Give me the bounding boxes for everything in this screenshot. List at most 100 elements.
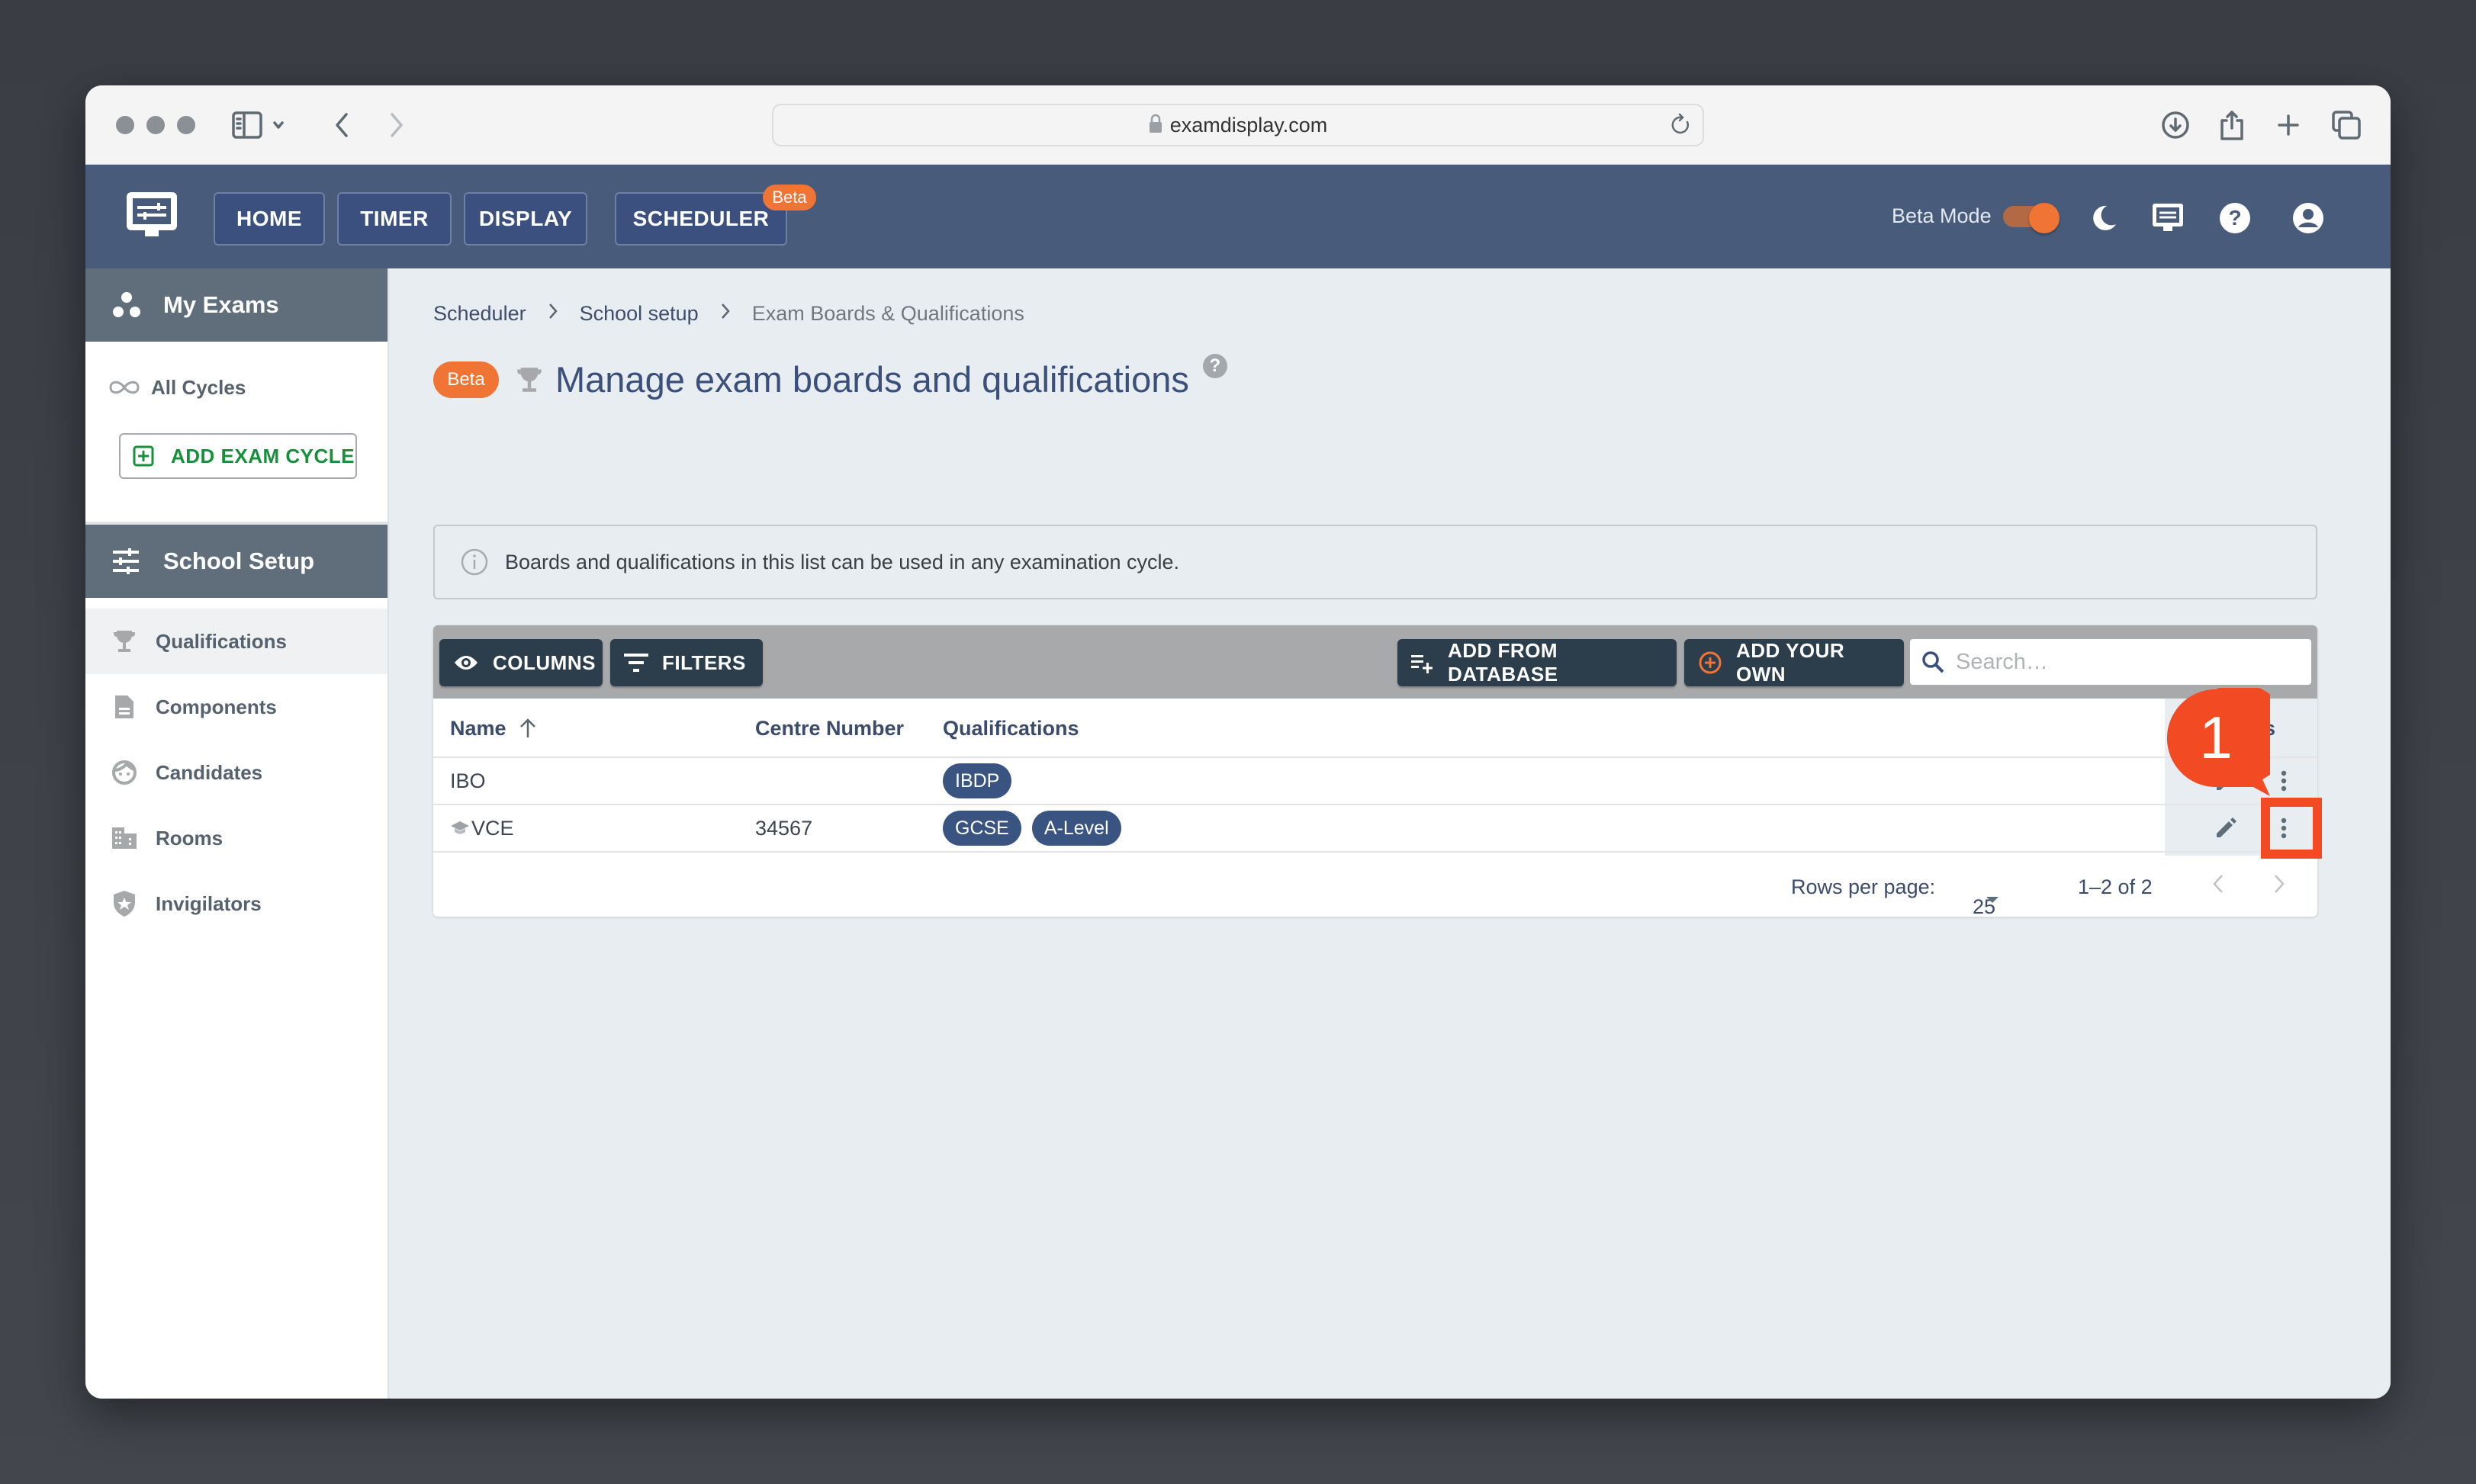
reload-icon[interactable] xyxy=(1670,113,1692,141)
breadcrumb-scheduler[interactable]: Scheduler xyxy=(433,302,526,326)
sidebar-item-label: Invigilators xyxy=(156,891,262,915)
browser-window: examdisplay.com HOME TIMER DISPLAY SCHED… xyxy=(85,85,2391,1399)
edit-icon[interactable] xyxy=(2211,813,2241,843)
sidebar-item-label: Rooms xyxy=(156,826,223,850)
dark-mode-icon[interactable] xyxy=(2085,200,2122,236)
table-row[interactable]: IBO IBDP xyxy=(433,758,2317,805)
sort-ascending-icon[interactable] xyxy=(519,718,537,739)
back-icon[interactable] xyxy=(323,107,360,143)
sidebar-item-label: Qualifications xyxy=(156,629,287,653)
mortarboard-icon xyxy=(450,820,470,837)
row-name-text: VCE xyxy=(471,816,514,840)
add-from-database-label: ADD FROM DATABASE xyxy=(1448,639,1558,686)
add-exam-cycle-label: ADD EXAM CYCLE xyxy=(171,444,355,467)
add-from-database-button[interactable]: ADD FROM DATABASE xyxy=(1397,639,1677,686)
svg-text:?: ? xyxy=(2228,206,2241,230)
trophy-icon xyxy=(111,629,137,654)
sidebar-school-setup[interactable]: School Setup xyxy=(85,525,387,598)
more-vert-icon[interactable] xyxy=(2269,766,2299,796)
search-input[interactable] xyxy=(1956,649,2291,675)
nav-timer[interactable]: TIMER xyxy=(337,192,452,246)
playlist-add-icon xyxy=(1411,652,1434,673)
beta-mode-toggle[interactable] xyxy=(2003,203,2060,233)
close-window-button[interactable] xyxy=(116,116,134,134)
boards-table: COLUMNS FILTERS ADD FROM DATABASE ADD YO… xyxy=(433,625,2317,917)
sidebar-my-exams[interactable]: My Exams xyxy=(85,268,387,342)
add-circle-icon xyxy=(1698,650,1722,675)
filter-icon xyxy=(624,652,648,673)
sidebar-item-label: Components xyxy=(156,695,277,718)
sidebar-toggle-icon[interactable] xyxy=(229,107,265,143)
chevron-down-icon[interactable] xyxy=(267,107,290,143)
nav-home[interactable]: HOME xyxy=(214,192,325,246)
table-pagination: Rows per page: 25 1–2 of 2 xyxy=(433,856,2317,917)
previous-page-icon[interactable] xyxy=(2211,871,2226,902)
sidebar-item-invigilators[interactable]: Invigilators xyxy=(85,871,387,936)
lock-icon xyxy=(1149,114,1162,137)
add-your-own-label: ADD YOUR OWN xyxy=(1736,639,1845,686)
search-field[interactable] xyxy=(1910,639,2311,685)
chevron-right-icon xyxy=(548,302,558,326)
address-bar[interactable]: examdisplay.com xyxy=(772,104,1704,146)
tune-icon xyxy=(111,548,145,575)
beta-badge: Beta xyxy=(433,361,499,398)
column-name-label: Name xyxy=(450,716,506,740)
sidebar-item-components[interactable]: Components xyxy=(85,674,387,740)
maximize-window-button[interactable] xyxy=(177,116,195,134)
highlight-box xyxy=(2261,798,2322,859)
my-exams-icon xyxy=(111,291,145,319)
help-icon[interactable]: ? xyxy=(2217,200,2253,236)
document-icon xyxy=(111,694,137,720)
main-content: Scheduler School setup Exam Boards & Qua… xyxy=(389,268,2391,1399)
add-exam-cycle-button[interactable]: ADD EXAM CYCLE xyxy=(119,433,357,479)
forward-icon[interactable] xyxy=(378,107,415,143)
download-icon[interactable] xyxy=(2157,107,2194,143)
sidebar-item-qualifications[interactable]: Qualifications xyxy=(85,609,387,674)
column-header-centre-number[interactable]: Centre Number xyxy=(755,699,904,758)
qualification-chip[interactable]: IBDP xyxy=(943,763,1012,798)
qualification-chip[interactable]: GCSE xyxy=(943,811,1021,846)
breadcrumb-current: Exam Boards & Qualifications xyxy=(751,302,1024,325)
cell-name: VCE xyxy=(450,805,514,851)
app-logo-icon[interactable] xyxy=(125,191,178,245)
new-tab-icon[interactable] xyxy=(2270,107,2307,143)
column-header-name[interactable]: Name xyxy=(450,699,537,758)
info-icon xyxy=(461,548,488,576)
minimize-window-button[interactable] xyxy=(146,116,165,134)
nav-timer-label: TIMER xyxy=(360,207,429,230)
step-number: 1 xyxy=(2199,703,2233,771)
display-icon[interactable] xyxy=(2150,200,2186,236)
sidebar-item-candidates[interactable]: Candidates xyxy=(85,740,387,805)
breadcrumb: Scheduler School setup Exam Boards & Qua… xyxy=(433,302,1024,326)
eye-icon xyxy=(453,654,479,672)
qualification-chip[interactable]: A-Level xyxy=(1031,811,1121,846)
add-your-own-button[interactable]: ADD YOUR OWN xyxy=(1684,639,1904,686)
sidebar-divider xyxy=(85,479,387,525)
nav-home-label: HOME xyxy=(236,207,302,230)
pagination-range: 1–2 of 2 xyxy=(2078,875,2153,898)
all-cycles-label: All Cycles xyxy=(151,375,246,399)
trophy-icon xyxy=(516,366,543,393)
filters-button[interactable]: FILTERS xyxy=(610,639,763,686)
nav-display-label: DISPLAY xyxy=(478,207,573,230)
building-icon xyxy=(111,827,137,850)
tabs-overview-icon[interactable] xyxy=(2328,107,2365,143)
page-header: Beta Manage exam boards and qualificatio… xyxy=(433,353,1227,400)
breadcrumb-school-setup[interactable]: School setup xyxy=(580,302,699,326)
columns-button[interactable]: COLUMNS xyxy=(439,639,603,686)
sidebar-all-cycles[interactable]: All Cycles xyxy=(85,342,387,433)
table-row[interactable]: VCE 34567 GCSE A-Level xyxy=(433,805,2317,853)
nav-scheduler[interactable]: SCHEDULER xyxy=(615,192,787,246)
sidebar-item-rooms[interactable]: Rooms xyxy=(85,805,387,871)
app-header: HOME TIMER DISPLAY SCHEDULER Beta Beta M… xyxy=(85,165,2391,268)
account-icon[interactable] xyxy=(2290,200,2326,236)
info-banner: Boards and qualifications in this list c… xyxy=(433,525,2317,599)
column-header-qualifications[interactable]: Qualifications xyxy=(943,699,1079,758)
beta-mode-label: Beta Mode xyxy=(1892,204,1992,227)
next-page-icon[interactable] xyxy=(2272,871,2287,902)
nav-display[interactable]: DISPLAY xyxy=(464,192,587,246)
url-text: examdisplay.com xyxy=(1169,113,1328,137)
school-setup-label: School Setup xyxy=(163,548,315,574)
help-icon[interactable]: ? xyxy=(1202,353,1227,378)
share-icon[interactable] xyxy=(2214,107,2250,143)
